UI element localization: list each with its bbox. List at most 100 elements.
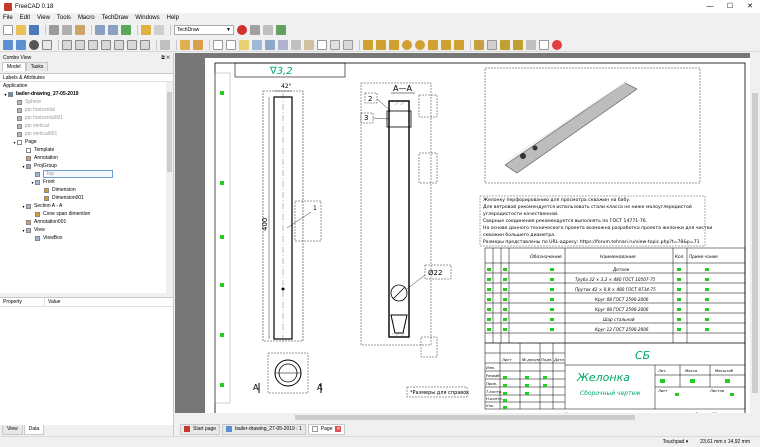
projection-group-icon[interactable] (265, 39, 275, 50)
tree-item[interactable]: Cone span dimention (0, 210, 173, 218)
menu-view[interactable]: View (37, 15, 50, 21)
tree-item[interactable]: ▾ Page (0, 138, 173, 146)
vertical-dimension-icon[interactable] (389, 39, 399, 50)
symbol-icon[interactable] (317, 39, 327, 50)
length-dimension-icon[interactable] (363, 39, 373, 50)
top-view-icon[interactable] (88, 39, 98, 50)
hatch-icon[interactable] (500, 39, 510, 50)
toggle-frames-icon[interactable] (487, 39, 497, 50)
tree-item[interactable]: pin vertical (0, 122, 173, 130)
run-macro-icon[interactable] (276, 25, 286, 35)
front-view-icon[interactable] (75, 39, 85, 50)
tab-view[interactable]: View (2, 425, 23, 435)
menu-windows[interactable]: Windows (135, 15, 159, 21)
tree-item[interactable]: Annotation001 (0, 218, 173, 226)
left-view-icon[interactable] (140, 39, 150, 50)
tree-item[interactable]: Dimension001 (0, 194, 173, 202)
tree-item[interactable]: ▾ ProjGroup (0, 162, 173, 170)
right-view-icon[interactable] (101, 39, 111, 50)
geometric-hatch-icon[interactable] (513, 39, 523, 50)
tree-item[interactable]: ▾ View (0, 226, 173, 234)
tree-item[interactable]: Template (0, 146, 173, 154)
fit-selection-icon[interactable] (16, 39, 26, 50)
section-view-icon[interactable] (278, 39, 288, 50)
tree-item[interactable]: Top (0, 170, 173, 178)
detail-view-icon[interactable] (291, 39, 301, 50)
insert-page-icon[interactable] (213, 39, 223, 50)
workbench-selector[interactable]: TechDraw ▼ (174, 25, 234, 35)
insert-view-icon[interactable] (252, 39, 262, 50)
bottom-view-icon[interactable] (127, 39, 137, 50)
navigation-style-selector[interactable]: Touchpad ▾ (663, 439, 689, 445)
fit-all-icon[interactable] (3, 39, 13, 50)
tab-model[interactable]: Model (2, 62, 26, 71)
menu-file[interactable]: File (3, 15, 13, 21)
tab-data[interactable]: Data (23, 425, 45, 435)
macro-editor-icon[interactable] (263, 25, 273, 35)
tree-scrollbar[interactable] (166, 82, 173, 293)
rear-view-icon[interactable] (114, 39, 124, 50)
three-point-angle-icon[interactable] (441, 39, 451, 50)
menu-edit[interactable]: Edit (20, 15, 30, 21)
pointer-icon[interactable] (141, 25, 151, 35)
stop-macro-icon[interactable] (250, 25, 260, 35)
link-dimension-icon[interactable] (454, 39, 464, 50)
paste-icon[interactable] (75, 25, 85, 35)
measure-distance-icon[interactable] (160, 39, 170, 50)
tree-item[interactable]: Annotation (0, 154, 173, 162)
annotation-icon[interactable] (304, 39, 314, 50)
export-svg-icon[interactable] (474, 39, 484, 50)
menu-tools[interactable]: Tools (57, 15, 71, 21)
cut-icon[interactable] (49, 25, 59, 35)
maximize-button[interactable]: ☐ (720, 0, 740, 13)
part-icon[interactable] (180, 39, 190, 50)
horizontal-dimension-icon[interactable] (376, 39, 386, 50)
draw-style-icon[interactable] (29, 39, 39, 50)
tree-item[interactable]: pin horizontal001 (0, 114, 173, 122)
new-file-icon[interactable] (3, 25, 13, 35)
tree-item[interactable]: ViewBox (0, 234, 173, 242)
drawing-viewport[interactable]: ∇3,2 400 42° 1 A A A—A 2 3 Ø22 Желонку п… (175, 53, 760, 422)
minimize-button[interactable]: — (700, 0, 720, 13)
tree-item[interactable]: pin vertical001 (0, 130, 173, 138)
record-macro-icon[interactable] (237, 25, 247, 35)
tree-item[interactable]: Sphere (0, 98, 173, 106)
radius-dimension-icon[interactable] (402, 39, 412, 50)
tab-start-page[interactable]: Start page (180, 423, 221, 435)
group-icon[interactable] (193, 39, 203, 50)
isometric-view-icon[interactable] (62, 39, 72, 50)
tree-item[interactable]: ▾ Front (0, 178, 173, 186)
menu-macro[interactable]: Macro (78, 15, 95, 21)
spreadsheet-view-icon[interactable] (330, 39, 340, 50)
undo-icon[interactable] (95, 25, 105, 35)
copy-icon[interactable] (62, 25, 72, 35)
redraw-page-icon[interactable] (239, 39, 249, 50)
clip-group-icon[interactable] (343, 39, 353, 50)
panel-float-close-icon[interactable]: ⧉ ✕ (161, 55, 170, 61)
open-file-icon[interactable] (16, 25, 26, 35)
tree-item[interactable]: pin horizontal (0, 106, 173, 114)
techdraw-page[interactable]: ∇3,2 400 42° 1 A A A—A 2 3 Ø22 Желонку п… (175, 53, 760, 422)
viewport-vertical-scrollbar[interactable] (750, 53, 760, 422)
diameter-dimension-icon[interactable] (415, 39, 425, 50)
tab-page[interactable]: Page ✕ (307, 423, 346, 435)
whats-this-icon[interactable] (154, 25, 164, 35)
close-button[interactable]: ✕ (740, 0, 760, 13)
tree-item[interactable]: ▾ bailer-drawing_27-05-2019 (0, 90, 173, 98)
tree-item[interactable]: Dimension (0, 186, 173, 194)
view-box-icon[interactable] (42, 39, 52, 50)
save-icon[interactable] (29, 25, 39, 35)
menu-help[interactable]: Help (167, 15, 179, 21)
export-dxf-icon[interactable] (539, 39, 549, 50)
refresh-icon[interactable] (121, 25, 131, 35)
tab-tasks[interactable]: Tasks (25, 62, 49, 71)
redo-icon[interactable] (108, 25, 118, 35)
cosmetic-vertex-icon[interactable] (526, 39, 536, 50)
viewport-horizontal-scrollbar[interactable] (175, 413, 750, 422)
tab-document[interactable]: bailer-drawing_27-05-2019 : 1 (222, 423, 306, 435)
close-tab-icon[interactable]: ✕ (335, 426, 342, 432)
forbidden-icon[interactable] (552, 39, 562, 50)
insert-template-icon[interactable] (226, 39, 236, 50)
menu-techdraw[interactable]: TechDraw (102, 15, 129, 21)
tree-item[interactable]: ▾ Section A - A (0, 202, 173, 210)
